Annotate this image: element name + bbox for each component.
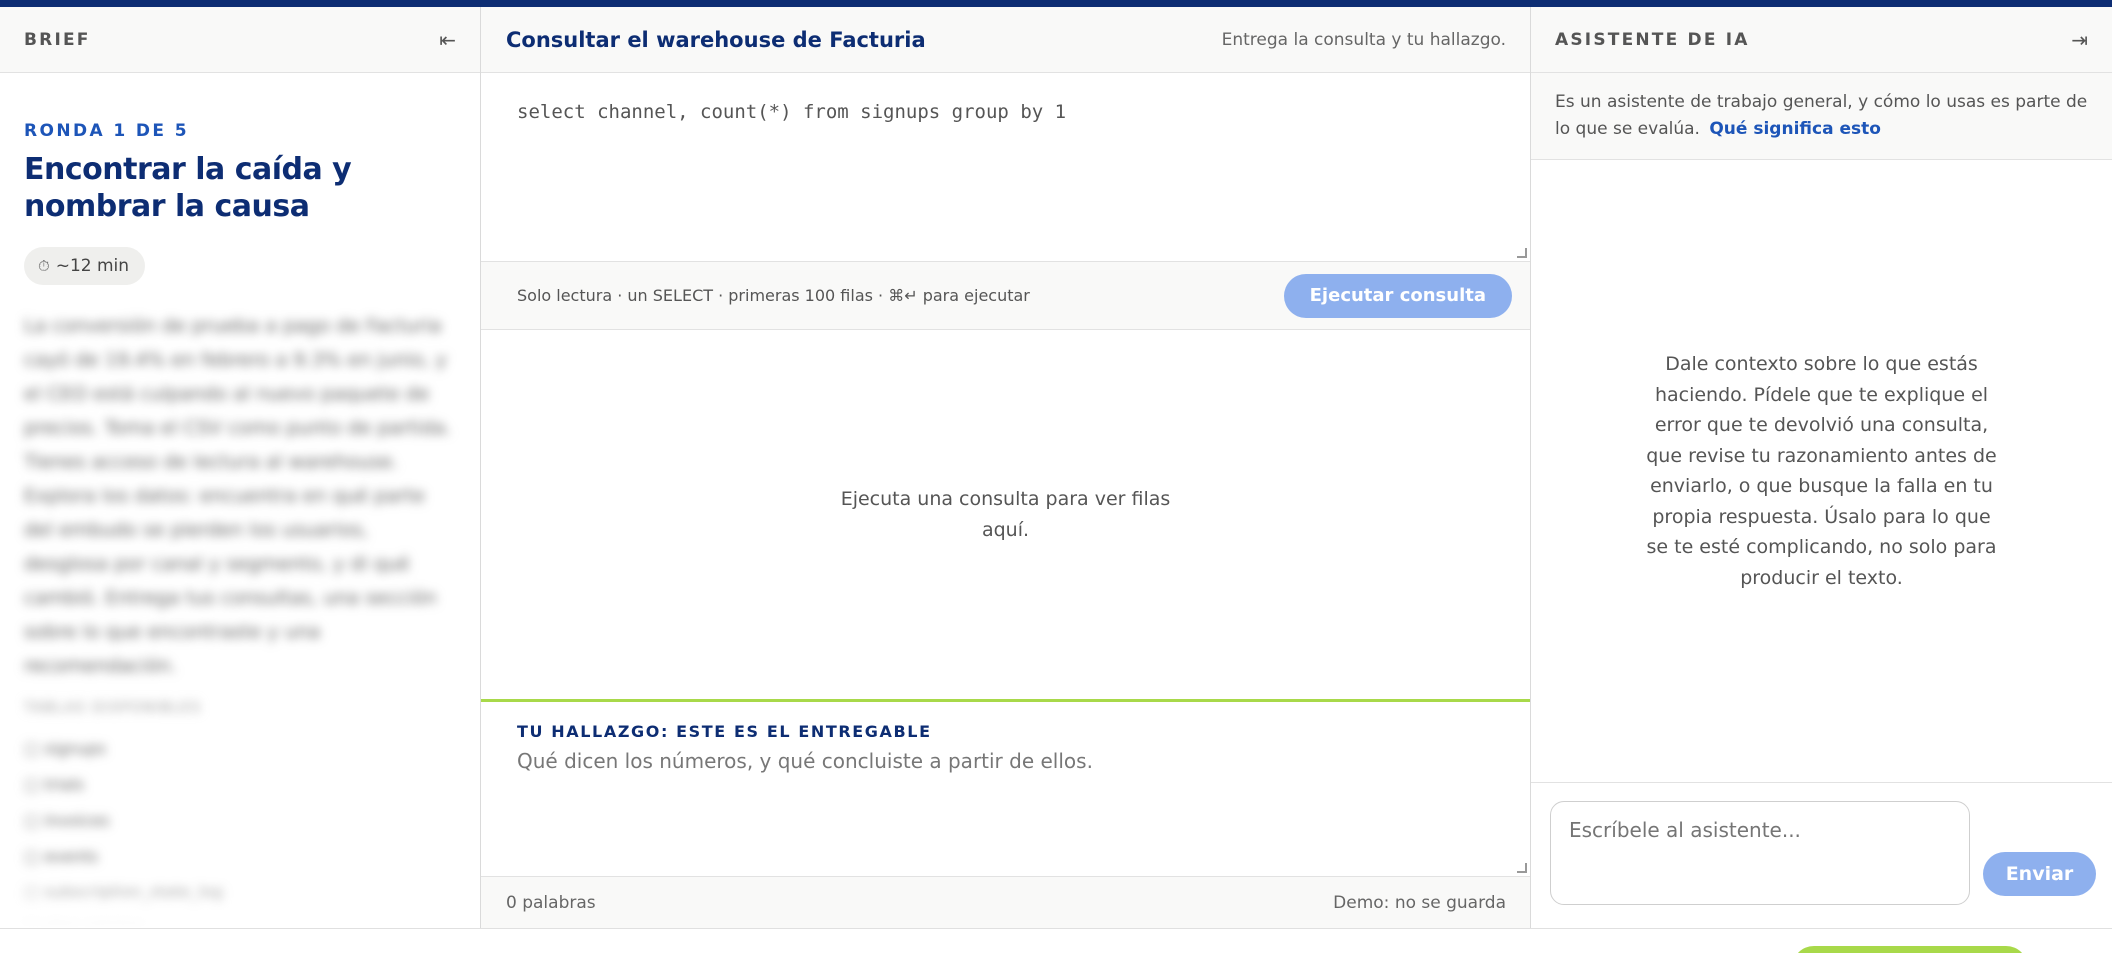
query-title: Consultar el warehouse de Facturia [506, 27, 926, 52]
results-area: Ejecuta una consulta para ver filas aquí… [481, 330, 1530, 702]
brief-header-label: BRIEF [24, 29, 91, 50]
collapse-right-icon[interactable]: ⇥ [2071, 28, 2088, 52]
results-empty-message: Ejecuta una consulta para ver filas aquí… [840, 487, 1171, 541]
brief-fade-overlay [0, 868, 480, 928]
query-hint: Entrega la consulta y tu hallazgo. [1221, 29, 1506, 50]
finding-footer: 0 palabras Demo: no se guarda [481, 877, 1530, 928]
query-header: Consultar el warehouse de Facturia Entre… [481, 7, 1530, 73]
tables-heading: TABLAS DISPONIBLES [24, 700, 202, 716]
assistant-empty-message: Dale contexto sobre lo que estás haciend… [1646, 353, 1997, 589]
table-item: ▢ signups [24, 739, 106, 758]
assistant-panel: ASISTENTE DE IA ⇥ Es un asistente de tra… [1530, 7, 2112, 928]
brief-panel: BRIEF ⇤ RONDA 1 DE 5 Encontrar la caída … [0, 7, 481, 928]
clock-icon: ⏱ [38, 257, 50, 275]
brief-description: La conversión de prueba a pago de Factur… [24, 315, 452, 677]
query-constraints-note: Solo lectura · un SELECT · primeras 100 … [517, 286, 1030, 305]
save-status: Demo: no se guarda [1333, 892, 1506, 913]
assistant-conversation: Dale contexto sobre lo que estás haciend… [1531, 160, 2112, 783]
assistant-header-label: ASISTENTE DE IA [1555, 29, 1750, 50]
table-item: ▢ invoices [24, 811, 110, 830]
bottom-action-bar [0, 928, 2112, 953]
query-panel: Consultar el warehouse de Facturia Entre… [481, 7, 1530, 928]
assistant-composer: Enviar [1531, 783, 2112, 923]
word-count: 0 palabras [506, 892, 596, 913]
assistant-info-link[interactable]: Qué significa esto [1709, 119, 1881, 139]
assistant-message-input[interactable] [1550, 801, 1970, 905]
send-button[interactable]: Enviar [1983, 852, 2096, 896]
run-bar: Solo lectura · un SELECT · primeras 100 … [481, 262, 1530, 330]
table-item: ▢ trials [24, 775, 85, 794]
run-query-button[interactable]: Ejecutar consulta [1283, 273, 1512, 318]
submit-button[interactable] [1792, 946, 2028, 953]
brief-description-blurred: La conversión de prueba a pago de Factur… [24, 309, 456, 928]
sql-editor-wrap: select channel, count(*) from signups gr… [481, 73, 1530, 262]
top-accent-bar [0, 0, 2112, 7]
resize-grip-icon[interactable] [1517, 248, 1527, 258]
sql-editor[interactable]: select channel, count(*) from signups gr… [481, 73, 1530, 261]
resize-grip-icon[interactable] [1517, 863, 1527, 873]
assistant-intro: Es un asistente de trabajo general, y có… [1531, 73, 2112, 160]
time-estimate-badge: ⏱ ~12 min [24, 247, 146, 285]
finding-section: TU HALLAZGO: ESTE ES EL ENTREGABLE [481, 702, 1530, 877]
brief-header: BRIEF ⇤ [0, 7, 480, 73]
round-indicator: RONDA 1 DE 5 [24, 121, 189, 141]
finding-input[interactable] [481, 741, 1530, 869]
finding-heading: TU HALLAZGO: ESTE ES EL ENTREGABLE [517, 722, 932, 741]
collapse-left-icon[interactable]: ⇤ [439, 28, 456, 52]
brief-title: Encontrar la caída y nombrar la causa [24, 152, 352, 224]
time-estimate-label: ~12 min [55, 256, 130, 276]
assistant-header: ASISTENTE DE IA ⇥ [1531, 7, 2112, 73]
